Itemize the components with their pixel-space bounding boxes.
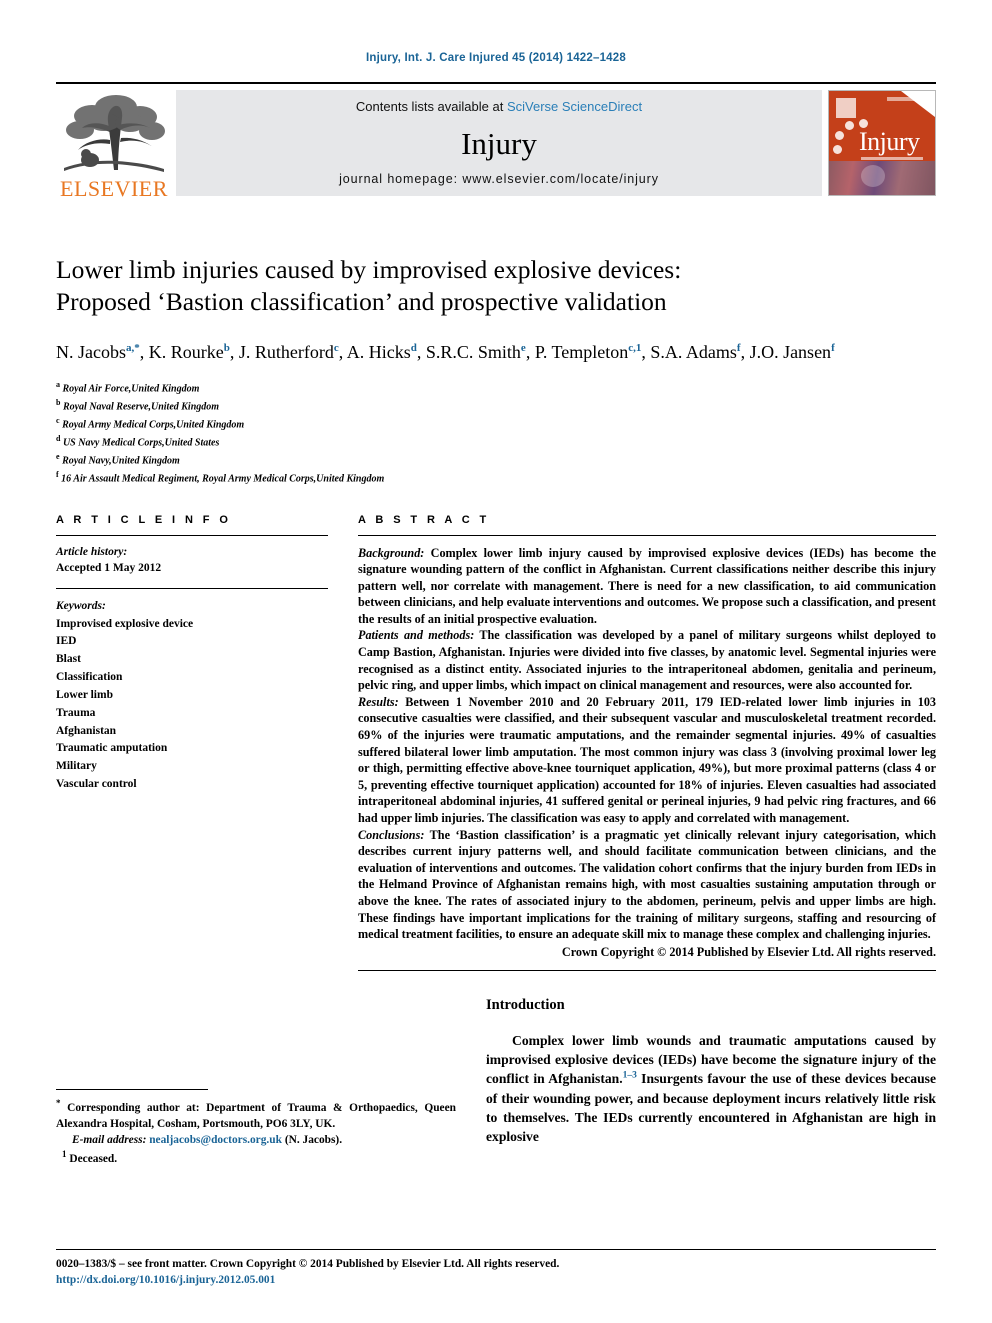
affiliation-text: Royal Air Force,United Kingdom bbox=[62, 383, 200, 395]
keyword-item: Blast bbox=[56, 653, 81, 666]
title-line-2: Proposed ‘Bastion classification’ and pr… bbox=[56, 287, 667, 317]
footnote-column: * Corresponding author at: Department of… bbox=[56, 997, 456, 1165]
abstract-section-text: The ‘Bastion classification’ is a pragma… bbox=[358, 827, 936, 942]
email-note: E-mail address: nealjacobs@doctors.org.u… bbox=[56, 1132, 456, 1148]
affiliation-item: e Royal Navy,United Kingdom bbox=[56, 451, 936, 469]
running-head: Injury, Int. J. Care Injured 45 (2014) 1… bbox=[366, 52, 626, 64]
keyword-item: Lower limb bbox=[56, 688, 113, 701]
affiliation-text: US Navy Medical Corps,United States bbox=[62, 437, 220, 449]
citation-reference[interactable]: 1–3 bbox=[623, 1071, 637, 1081]
page-footer: 0020–1383/$ – see front matter. Crown Co… bbox=[56, 1248, 936, 1289]
cover-top-bar bbox=[887, 97, 927, 101]
footnotes-block: * Corresponding author at: Department of… bbox=[56, 1088, 456, 1167]
email-attribution: (N. Jacobs). bbox=[284, 1133, 343, 1146]
abstract-section-label: Conclusions: bbox=[358, 827, 425, 842]
journal-cover-thumbnail: Injury bbox=[828, 90, 936, 196]
affiliation-marker: d bbox=[56, 434, 61, 444]
keywords-block: Keywords: Improvised explosive device IE… bbox=[56, 589, 328, 794]
article-history-value: Accepted 1 May 2012 bbox=[56, 562, 162, 575]
deceased-text: Deceased. bbox=[69, 1152, 118, 1165]
abstract-column: A B S T R A C T Background: Complex lowe… bbox=[358, 514, 936, 971]
affiliation-text: Royal Naval Reserve,United Kingdom bbox=[62, 401, 220, 413]
page-title: Lower limb injuries caused by improvised… bbox=[56, 254, 936, 319]
journal-homepage[interactable]: journal homepage: www.elsevier.com/locat… bbox=[339, 172, 659, 186]
journal-title: Injury bbox=[461, 125, 537, 161]
keyword-item: Traumatic amputation bbox=[56, 742, 168, 755]
affiliation-marker: f bbox=[56, 470, 59, 480]
affiliation-item: d US Navy Medical Corps,United States bbox=[56, 433, 936, 451]
email-label: E-mail address: bbox=[72, 1133, 147, 1146]
corresponding-author-text: Corresponding author at: Department of T… bbox=[56, 1101, 456, 1130]
deceased-note: 1 Deceased. bbox=[56, 1148, 456, 1167]
affiliation-marker: a bbox=[56, 379, 60, 389]
footnote-rule bbox=[56, 1088, 208, 1090]
abstract-heading: A B S T R A C T bbox=[358, 513, 490, 526]
email-link[interactable]: nealjacobs@doctors.org.uk bbox=[149, 1134, 282, 1146]
deceased-marker: 1 bbox=[62, 1149, 67, 1160]
sciencedirect-link[interactable]: SciVerse ScienceDirect bbox=[507, 99, 642, 114]
abstract-section-text: Between 1 November 2010 and 20 February … bbox=[358, 694, 937, 825]
article-info-heading: A R T I C L E I N F O bbox=[56, 513, 232, 526]
article-page: Injury, Int. J. Care Injured 45 (2014) 1… bbox=[0, 0, 992, 1323]
affiliation-text: Royal Army Medical Corps,United Kingdom bbox=[62, 419, 245, 431]
affiliation-marker: b bbox=[56, 397, 61, 407]
keyword-item: Vascular control bbox=[56, 777, 137, 790]
abstract-bottom-rule bbox=[358, 969, 936, 971]
affiliation-list: a Royal Air Force,United Kingdom b Royal… bbox=[56, 379, 936, 488]
affiliation-item: c Royal Army Medical Corps,United Kingdo… bbox=[56, 415, 936, 433]
introduction-paragraph: Complex lower limb wounds and traumatic … bbox=[486, 1031, 936, 1147]
affiliation-text: Royal Navy,United Kingdom bbox=[62, 455, 180, 467]
title-line-1: Lower limb injuries caused by improvised… bbox=[56, 255, 682, 284]
cover-elsevier-mark-icon bbox=[836, 98, 856, 118]
keyword-item: Classification bbox=[56, 671, 123, 684]
elsevier-wordmark: ELSEVIER bbox=[60, 178, 168, 200]
abstract-section: Patients and methods: The classification… bbox=[358, 627, 936, 693]
affiliation-item: a Royal Air Force,United Kingdom bbox=[56, 379, 936, 397]
introduction-heading: Introduction bbox=[486, 996, 565, 1013]
article-info-column: A R T I C L E I N F O Article history: A… bbox=[56, 514, 328, 971]
affiliation-item: b Royal Naval Reserve,United Kingdom bbox=[56, 397, 936, 415]
abstract-section-text: Complex lower limb injury caused by impr… bbox=[358, 545, 936, 626]
issn-copyright-line: 0020–1383/$ – see front matter. Crown Co… bbox=[56, 1257, 560, 1270]
keyword-item: IED bbox=[56, 635, 77, 648]
corresponding-author-note: * Corresponding author at: Department of… bbox=[56, 1097, 456, 1132]
introduction-column: Introduction Complex lower limb wounds a… bbox=[486, 997, 936, 1147]
affiliation-marker: c bbox=[56, 416, 60, 425]
abstract-section: Background: Complex lower limb injury ca… bbox=[358, 545, 936, 628]
lower-section: * Corresponding author at: Department of… bbox=[56, 997, 936, 1165]
masthead-center-panel: Contents lists available at SciVerse Sci… bbox=[176, 90, 822, 196]
affiliation-marker: e bbox=[56, 452, 60, 462]
contents-available-line: Contents lists available at SciVerse Sci… bbox=[356, 99, 642, 114]
elsevier-tree-icon bbox=[60, 92, 168, 178]
abstract-copyright: Crown Copyright © 2014 Published by Else… bbox=[561, 944, 936, 959]
keyword-item: Improvised explosive device bbox=[56, 617, 194, 630]
keyword-item: Trauma bbox=[56, 706, 96, 719]
contents-prefix: Contents lists available at bbox=[355, 99, 504, 114]
elsevier-logo: ELSEVIER bbox=[56, 84, 172, 202]
journal-masthead: ELSEVIER Contents lists available at Sci… bbox=[56, 82, 936, 202]
abstract-section-label: Results: bbox=[358, 694, 399, 709]
corresponding-author-marker: * bbox=[56, 1097, 61, 1108]
info-abstract-columns: A R T I C L E I N F O Article history: A… bbox=[56, 514, 936, 971]
abstract-section-label: Background: bbox=[358, 545, 425, 560]
footer-rule bbox=[56, 1248, 936, 1250]
abstract-section-label: Patients and methods: bbox=[358, 628, 475, 643]
abstract-section: Conclusions: The ‘Bastion classification… bbox=[358, 827, 936, 943]
article-history-block: Article history: Accepted 1 May 2012 bbox=[56, 536, 328, 588]
author-list: N. Jacobsa,*, K. Rourkeb, J. Rutherfordc… bbox=[56, 341, 835, 362]
affiliation-text: 16 Air Assault Medical Regiment, Royal A… bbox=[61, 473, 385, 485]
keyword-item: Afghanistan bbox=[56, 724, 117, 737]
keyword-item: Military bbox=[56, 760, 97, 773]
article-history-label: Article history: bbox=[56, 545, 128, 558]
affiliation-item: f 16 Air Assault Medical Regiment, Royal… bbox=[56, 469, 936, 487]
doi-link[interactable]: http://dx.doi.org/10.1016/j.injury.2012.… bbox=[56, 1272, 936, 1289]
cover-subtitle-bar bbox=[861, 157, 923, 160]
cover-corner-fold bbox=[901, 91, 935, 117]
keywords-label: Keywords: bbox=[56, 599, 106, 612]
abstract-body: Background: Complex lower limb injury ca… bbox=[358, 536, 936, 960]
cover-photo-strip bbox=[829, 161, 935, 195]
abstract-section: Results: Between 1 November 2010 and 20 … bbox=[358, 694, 936, 827]
cover-journal-title: Injury bbox=[859, 127, 920, 156]
